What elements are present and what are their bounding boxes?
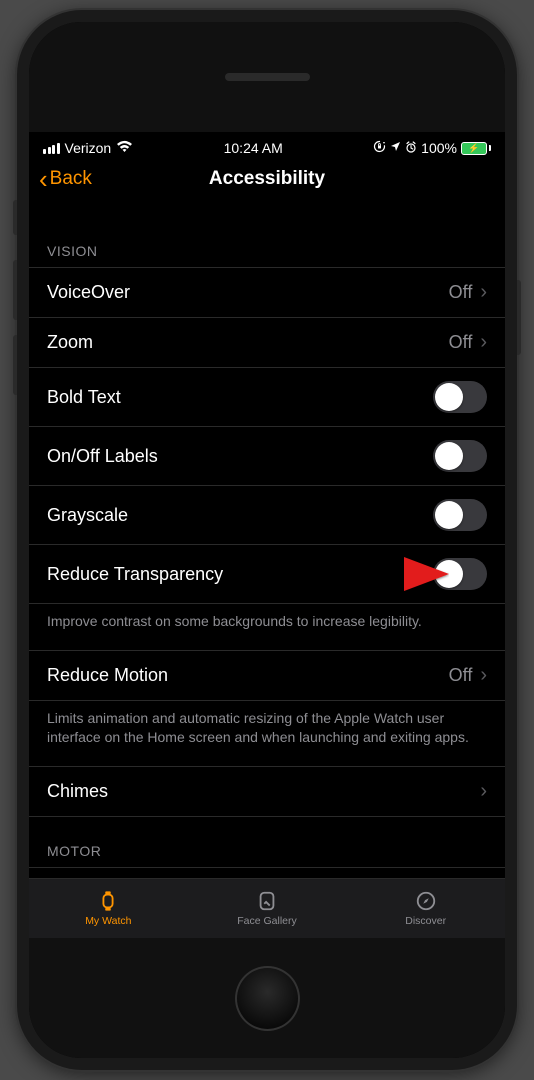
row-label: Zoom — [47, 332, 93, 353]
tab-label: Discover — [405, 915, 446, 927]
row-side-button-speed[interactable]: Side Button Click Speed Default › — [29, 867, 505, 878]
row-label: Grayscale — [47, 505, 128, 526]
toggle-onoff-labels[interactable] — [433, 440, 487, 472]
chevron-left-icon: ‹ — [39, 166, 48, 192]
row-bold-text[interactable]: Bold Text — [29, 368, 505, 427]
home-button[interactable] — [235, 966, 300, 1031]
section-header-vision: VISION — [29, 217, 505, 267]
row-value: Off — [449, 665, 473, 686]
row-reduce-transparency[interactable]: Reduce Transparency — [29, 545, 505, 604]
tab-bar: My Watch Face Gallery Discover — [29, 878, 505, 938]
footer-motion: Limits animation and automatic resizing … — [29, 701, 505, 766]
status-bar: Verizon 10:24 AM 100% — [29, 132, 505, 160]
chevron-right-icon: › — [480, 664, 487, 687]
cell-signal-icon — [43, 143, 60, 154]
row-reduce-motion[interactable]: Reduce Motion Off › — [29, 650, 505, 701]
tab-discover[interactable]: Discover — [346, 879, 505, 938]
alarm-icon — [405, 141, 417, 156]
battery-percent: 100% — [421, 140, 457, 156]
tab-face-gallery[interactable]: Face Gallery — [188, 879, 347, 938]
toggle-bold-text[interactable] — [433, 381, 487, 413]
annotation-arrow-icon — [259, 555, 449, 593]
back-label: Back — [50, 168, 92, 190]
row-label: Reduce Motion — [47, 665, 168, 686]
nav-bar: ‹ Back Accessibility — [29, 160, 505, 206]
speaker-grille — [225, 73, 310, 81]
location-icon — [390, 141, 401, 155]
chevron-right-icon: › — [480, 281, 487, 304]
tab-label: Face Gallery — [237, 915, 297, 927]
face-gallery-icon — [255, 890, 279, 912]
page-title: Accessibility — [29, 168, 505, 190]
row-label: On/Off Labels — [47, 446, 158, 467]
row-label: VoiceOver — [47, 282, 130, 303]
footer-transparency: Improve contrast on some backgrounds to … — [29, 604, 505, 650]
watch-icon — [96, 890, 120, 912]
row-label: Chimes — [47, 781, 108, 802]
battery-icon: ⚡ — [461, 142, 491, 155]
screen: Verizon 10:24 AM 100% — [29, 22, 505, 1058]
status-left: Verizon — [43, 140, 133, 156]
row-voiceover[interactable]: VoiceOver Off › — [29, 267, 505, 318]
row-value: Off — [449, 332, 473, 353]
row-chimes[interactable]: Chimes › — [29, 766, 505, 817]
status-time: 10:24 AM — [224, 140, 283, 156]
chevron-right-icon: › — [480, 780, 487, 803]
row-onoff-labels[interactable]: On/Off Labels — [29, 427, 505, 486]
row-zoom[interactable]: Zoom Off › — [29, 318, 505, 368]
chevron-right-icon: › — [480, 331, 487, 354]
row-value: Off — [449, 282, 473, 303]
toggle-grayscale[interactable] — [433, 499, 487, 531]
app-content: Verizon 10:24 AM 100% — [29, 132, 505, 938]
back-button[interactable]: ‹ Back — [39, 166, 92, 192]
wifi-icon — [116, 140, 133, 156]
bezel-top — [29, 22, 505, 132]
row-label: Bold Text — [47, 387, 121, 408]
carrier-label: Verizon — [65, 140, 112, 156]
rotation-lock-icon — [373, 140, 386, 156]
toggle-reduce-transparency[interactable] — [433, 558, 487, 590]
row-label: Reduce Transparency — [47, 564, 223, 585]
tab-label: My Watch — [85, 915, 131, 927]
section-header-motor: MOTOR — [29, 817, 505, 867]
tab-my-watch[interactable]: My Watch — [29, 879, 188, 938]
bezel-bottom — [29, 938, 505, 1058]
scroll-area[interactable]: VISION VoiceOver Off › Zoom Off › — [29, 217, 505, 878]
phone-frame: Verizon 10:24 AM 100% — [17, 10, 517, 1070]
compass-icon — [414, 890, 438, 912]
status-right: 100% ⚡ — [373, 140, 491, 156]
row-grayscale[interactable]: Grayscale — [29, 486, 505, 545]
